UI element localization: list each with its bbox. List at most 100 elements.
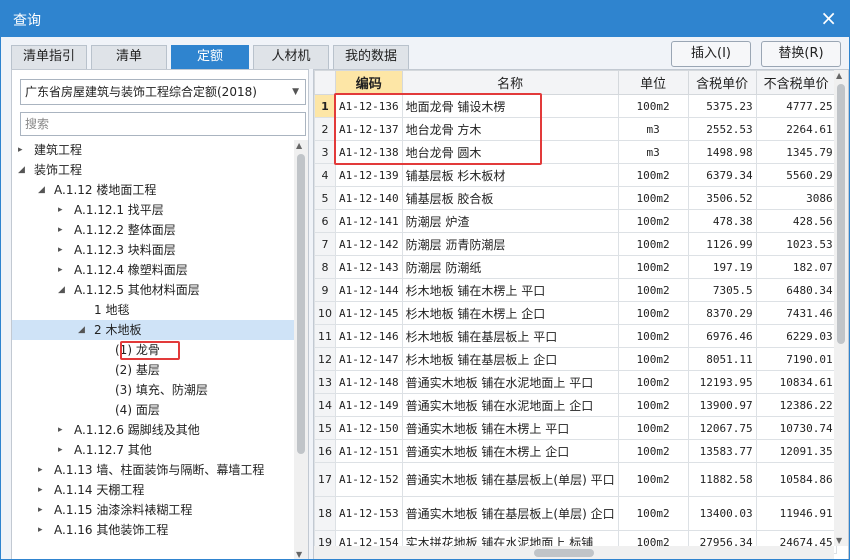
cell-notax-price[interactable]: 10730.74 (755, 416, 837, 440)
cell-code[interactable]: A1-12-151 (335, 439, 403, 463)
column-header-code[interactable]: 编码 (335, 70, 403, 95)
cell-tax-price[interactable]: 8051.11 (687, 347, 757, 371)
cell-code[interactable]: A1-12-153 (335, 496, 403, 531)
scroll-down-icon[interactable]: ▼ (836, 536, 842, 545)
cell-tax-price[interactable]: 197.19 (687, 255, 757, 279)
table-row[interactable]: 1 A1-12-136 地面龙骨 铺设木楞 100m2 5375.23 4777… (314, 94, 837, 118)
expand-arrow-icon[interactable]: ▸ (58, 220, 63, 240)
tab-labor-material-machine[interactable]: 人材机 (253, 45, 329, 69)
tree-item[interactable]: ◢ 装饰工程 (12, 160, 294, 180)
table-row[interactable]: 17 A1-12-152 普通实木地板 铺在基层板上(单层) 平口 100m2 … (314, 462, 837, 497)
cell-name[interactable]: 普通实木地板 铺在基层板上(单层) 平口 (401, 462, 619, 497)
cell-unit[interactable]: 100m2 (617, 232, 689, 256)
cell-tax-price[interactable]: 1498.98 (687, 140, 757, 164)
cell-tax-price[interactable]: 1126.99 (687, 232, 757, 256)
cell-code[interactable]: A1-12-146 (335, 324, 403, 348)
expand-arrow-icon[interactable]: ▸ (58, 420, 63, 440)
collapse-arrow-icon[interactable]: ◢ (18, 160, 25, 180)
search-input[interactable] (20, 112, 306, 136)
cell-name[interactable]: 普通实木地板 铺在木楞上 平口 (401, 416, 619, 440)
cell-notax-price[interactable]: 6229.03 (755, 324, 837, 348)
cell-notax-price[interactable]: 11946.91 (755, 496, 837, 531)
cell-tax-price[interactable]: 7305.5 (687, 278, 757, 302)
tab-list-guide[interactable]: 清单指引 (11, 45, 87, 69)
expand-arrow-icon[interactable]: ▸ (38, 500, 43, 520)
tree-scrollbar[interactable]: ▲ ▼ (294, 140, 308, 559)
expand-arrow-icon[interactable]: ▸ (18, 140, 23, 160)
cell-code[interactable]: A1-12-137 (335, 117, 403, 141)
column-header-name[interactable]: 名称 (401, 70, 619, 95)
cell-name[interactable]: 普通实木地板 铺在水泥地面上 平口 (401, 370, 619, 394)
cell-notax-price[interactable]: 5560.29 (755, 163, 837, 187)
tree-item[interactable]: ▸ A.1.12.3 块料面层 (12, 240, 294, 260)
cell-unit[interactable]: m3 (617, 117, 689, 141)
cell-name[interactable]: 普通实木地板 铺在水泥地面上 企口 (401, 393, 619, 417)
tree-item[interactable]: ▸ A.1.12.4 橡塑料面层 (12, 260, 294, 280)
cell-name[interactable]: 铺基层板 胶合板 (401, 186, 619, 210)
scroll-up-icon[interactable]: ▲ (296, 141, 302, 150)
cell-unit[interactable]: 100m2 (617, 496, 689, 531)
cell-code[interactable]: A1-12-138 (335, 140, 403, 164)
cell-notax-price[interactable]: 1023.53 (755, 232, 837, 256)
cell-name[interactable]: 地台龙骨 方木 (401, 117, 619, 141)
scrollbar-thumb[interactable] (534, 549, 594, 557)
cell-notax-price[interactable]: 10834.61 (755, 370, 837, 394)
cell-code[interactable]: A1-12-141 (335, 209, 403, 233)
tree-item[interactable]: ◢ A.1.12 楼地面工程 (12, 180, 294, 200)
replace-button[interactable]: 替换(R) (761, 41, 841, 67)
table-row[interactable]: 16 A1-12-151 普通实木地板 铺在木楞上 企口 100m2 13583… (314, 439, 837, 463)
table-row[interactable]: 9 A1-12-144 杉木地板 铺在木楞上 平口 100m2 7305.5 6… (314, 278, 837, 302)
scrollbar-thumb[interactable] (837, 84, 845, 344)
cell-code[interactable]: A1-12-147 (335, 347, 403, 371)
cell-name[interactable]: 杉木地板 铺在基层板上 平口 (401, 324, 619, 348)
cell-notax-price[interactable]: 6480.34 (755, 278, 837, 302)
cell-unit[interactable]: 100m2 (617, 301, 689, 325)
cell-code[interactable]: A1-12-152 (335, 462, 403, 497)
cell-name[interactable]: 杉木地板 铺在基层板上 企口 (401, 347, 619, 371)
cell-tax-price[interactable]: 2552.53 (687, 117, 757, 141)
cell-tax-price[interactable]: 6976.46 (687, 324, 757, 348)
table-row[interactable]: 8 A1-12-143 防潮层 防潮纸 100m2 197.19 182.07 (314, 255, 837, 279)
tree-item[interactable]: ◢ A.1.12.5 其他材料面层 (12, 280, 294, 300)
tree-item[interactable]: (1) 龙骨 (12, 340, 294, 360)
tree-item[interactable]: (4) 面层 (12, 400, 294, 420)
table-row[interactable]: 6 A1-12-141 防潮层 炉渣 100m2 478.38 428.56 (314, 209, 837, 233)
cell-name[interactable]: 杉木地板 铺在木楞上 企口 (401, 301, 619, 325)
cell-unit[interactable]: 100m2 (617, 278, 689, 302)
collapse-arrow-icon[interactable]: ◢ (38, 180, 45, 200)
cell-tax-price[interactable]: 12193.95 (687, 370, 757, 394)
cell-name[interactable]: 铺基层板 杉木板材 (401, 163, 619, 187)
cell-notax-price[interactable]: 182.07 (755, 255, 837, 279)
cell-tax-price[interactable]: 8370.29 (687, 301, 757, 325)
table-row[interactable]: 2 A1-12-137 地台龙骨 方木 m3 2552.53 2264.61 (314, 117, 837, 141)
cell-code[interactable]: A1-12-143 (335, 255, 403, 279)
close-icon[interactable]: × (820, 7, 837, 29)
tab-quota[interactable]: 定额 (171, 45, 249, 69)
expand-arrow-icon[interactable]: ▸ (38, 480, 43, 500)
tree-item[interactable]: (3) 填充、防潮层 (12, 380, 294, 400)
cell-unit[interactable]: 100m2 (617, 324, 689, 348)
cell-tax-price[interactable]: 478.38 (687, 209, 757, 233)
cell-notax-price[interactable]: 10584.86 (755, 462, 837, 497)
cell-unit[interactable]: 100m2 (617, 416, 689, 440)
cell-name[interactable]: 地面龙骨 铺设木楞 (401, 94, 619, 118)
table-row[interactable]: 4 A1-12-139 铺基层板 杉木板材 100m2 6379.34 5560… (314, 163, 837, 187)
cell-tax-price[interactable]: 13583.77 (687, 439, 757, 463)
cell-unit[interactable]: 100m2 (617, 439, 689, 463)
cell-notax-price[interactable]: 4777.25 (755, 94, 837, 118)
cell-tax-price[interactable]: 6379.34 (687, 163, 757, 187)
cell-notax-price[interactable]: 7431.46 (755, 301, 837, 325)
tree-item[interactable]: ▸ A.1.12.1 找平层 (12, 200, 294, 220)
cell-unit[interactable]: 100m2 (617, 347, 689, 371)
expand-arrow-icon[interactable]: ▸ (58, 260, 63, 280)
tab-my-data[interactable]: 我的数据 (333, 45, 409, 69)
cell-name[interactable]: 防潮层 炉渣 (401, 209, 619, 233)
table-row[interactable]: 5 A1-12-140 铺基层板 胶合板 100m2 3506.52 3086 (314, 186, 837, 210)
table-row[interactable]: 10 A1-12-145 杉木地板 铺在木楞上 企口 100m2 8370.29… (314, 301, 837, 325)
cell-name[interactable]: 杉木地板 铺在木楞上 平口 (401, 278, 619, 302)
table-row[interactable]: 11 A1-12-146 杉木地板 铺在基层板上 平口 100m2 6976.4… (314, 324, 837, 348)
cell-name[interactable]: 地台龙骨 圆木 (401, 140, 619, 164)
table-row[interactable]: 15 A1-12-150 普通实木地板 铺在木楞上 平口 100m2 12067… (314, 416, 837, 440)
expand-arrow-icon[interactable]: ▸ (58, 200, 63, 220)
tree-item[interactable]: ▸ A.1.15 油漆涂料裱糊工程 (12, 500, 294, 520)
